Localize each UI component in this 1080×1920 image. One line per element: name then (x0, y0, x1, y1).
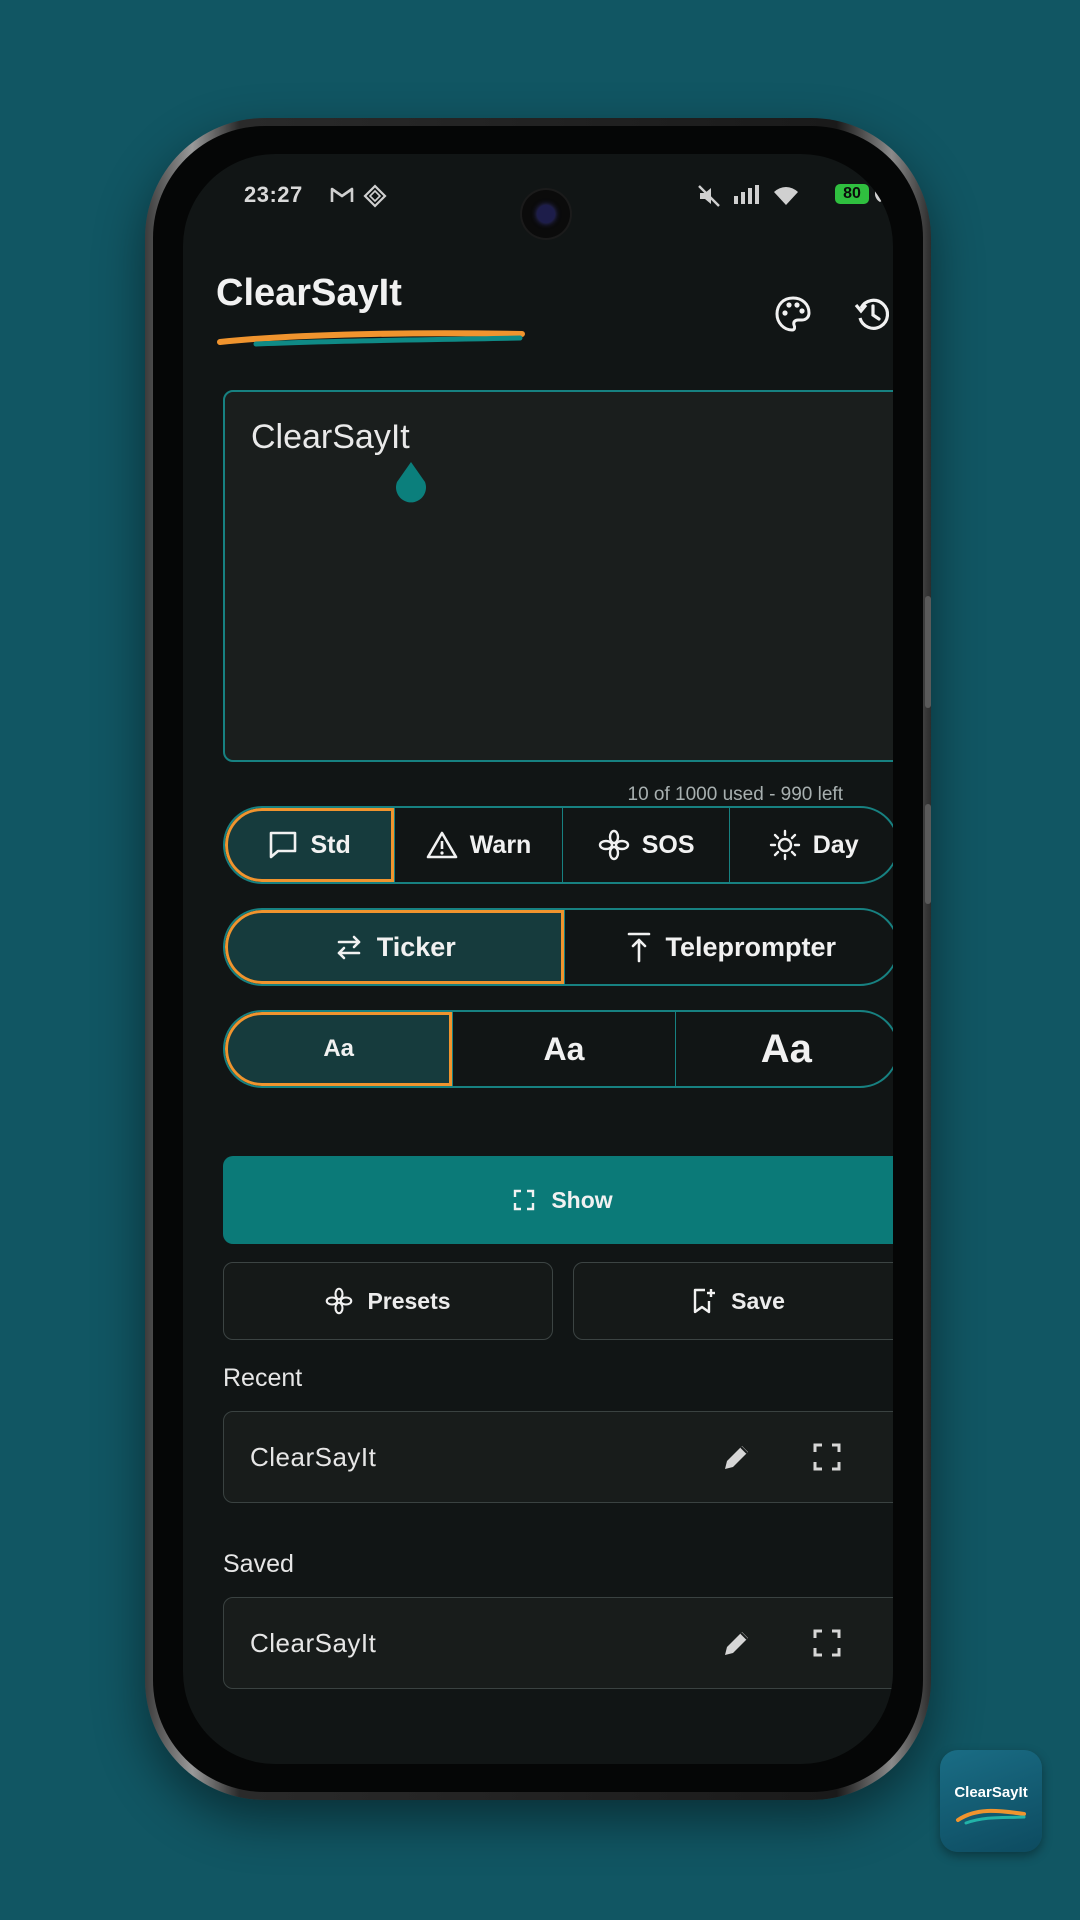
saved-item[interactable]: ClearSayIt (223, 1597, 893, 1689)
save-button[interactable]: Save (573, 1262, 893, 1340)
text-cursor-handle[interactable] (391, 460, 431, 506)
warning-triangle-icon (426, 831, 458, 859)
diamond-app-icon (363, 184, 387, 208)
history-icon[interactable] (853, 294, 893, 334)
sun-icon (769, 829, 800, 861)
asterisk-flower-icon (326, 1287, 353, 1315)
font-size-large[interactable]: Aa (674, 1012, 893, 1086)
status-time: 23:27 (244, 182, 303, 207)
font-size-large-label: Aa (760, 1026, 812, 1071)
app-logo-badge: ClearSayIt (940, 1750, 1042, 1852)
character-counter: 10 of 1000 used - 990 left (627, 784, 844, 805)
chat-bubble-icon (270, 831, 297, 859)
logo-text: ClearSayIt (954, 1784, 1028, 1801)
save-button-label: Save (731, 1287, 785, 1314)
mode-warn-label: Warn (469, 830, 532, 859)
recent-item[interactable]: ClearSayIt (223, 1411, 893, 1503)
app-title: ClearSayIt (216, 272, 402, 314)
phone-bezel: 23:27 80 ClearSayIt ClearSayIt 10 of 100… (153, 126, 923, 1792)
arrow-up-to-line-icon (628, 932, 651, 963)
edit-pencil-icon[interactable] (720, 1626, 754, 1660)
fullscreen-icon (514, 1189, 535, 1211)
font-size-medium-label: Aa (543, 1030, 585, 1067)
mode-day[interactable]: Day (729, 808, 893, 882)
battery-indicator: 80 (835, 184, 869, 204)
mode-std-label: Std (310, 830, 351, 859)
mute-icon (698, 185, 720, 207)
message-text: ClearSayIt (251, 418, 410, 456)
edit-pencil-icon[interactable] (720, 1440, 754, 1474)
recent-heading: Recent (223, 1364, 303, 1392)
signal-icon (734, 185, 759, 204)
phone-frame: 23:27 80 ClearSayIt ClearSayIt 10 of 100… (145, 118, 931, 1800)
presets-button-label: Presets (367, 1287, 451, 1314)
show-button[interactable]: Show (223, 1156, 893, 1244)
display-ticker[interactable]: Ticker (225, 910, 564, 984)
display-teleprompter-label: Teleprompter (665, 931, 837, 962)
mode-warn[interactable]: Warn (394, 808, 562, 882)
wifi-icon (774, 187, 798, 205)
font-size-small[interactable]: Aa (225, 1012, 453, 1086)
mode-std[interactable]: Std (225, 808, 395, 882)
fullscreen-icon[interactable] (810, 1626, 844, 1660)
asterisk-flower-icon (598, 829, 629, 861)
message-input[interactable]: ClearSayIt (223, 390, 893, 762)
saved-item-text: ClearSayIt (250, 1628, 377, 1658)
display-ticker-label: Ticker (376, 931, 456, 962)
mode-sos-label: SOS (641, 830, 695, 859)
logo-swoosh (956, 1808, 1026, 1825)
shield-icon (875, 186, 885, 202)
palette-icon[interactable] (773, 294, 813, 334)
presets-button[interactable]: Presets (223, 1262, 553, 1340)
show-button-label: Show (551, 1186, 613, 1213)
mode-day-label: Day (812, 830, 859, 859)
display-type-selector: Ticker Teleprompter (223, 908, 893, 986)
fullscreen-icon[interactable] (810, 1440, 844, 1474)
font-size-small-label: Aa (323, 1035, 354, 1062)
recent-item-text: ClearSayIt (250, 1442, 377, 1472)
title-underline-swoosh (217, 330, 525, 347)
screen: 23:27 80 ClearSayIt ClearSayIt 10 of 100… (183, 154, 893, 1764)
font-size-medium[interactable]: Aa (452, 1012, 674, 1086)
font-size-selector: Aa Aa Aa (223, 1010, 893, 1088)
gmail-icon (330, 187, 354, 202)
swap-arrows-icon (337, 935, 361, 960)
bookmark-add-icon (693, 1288, 716, 1314)
saved-heading: Saved (223, 1550, 294, 1578)
volume-button (925, 596, 931, 708)
status-bar: 23:27 80 (183, 154, 893, 238)
mode-sos[interactable]: SOS (561, 808, 730, 882)
power-button (925, 804, 931, 904)
front-camera (522, 190, 570, 238)
display-teleprompter[interactable]: Teleprompter (563, 910, 894, 984)
mode-selector: Std Warn SOS Day (223, 806, 893, 884)
